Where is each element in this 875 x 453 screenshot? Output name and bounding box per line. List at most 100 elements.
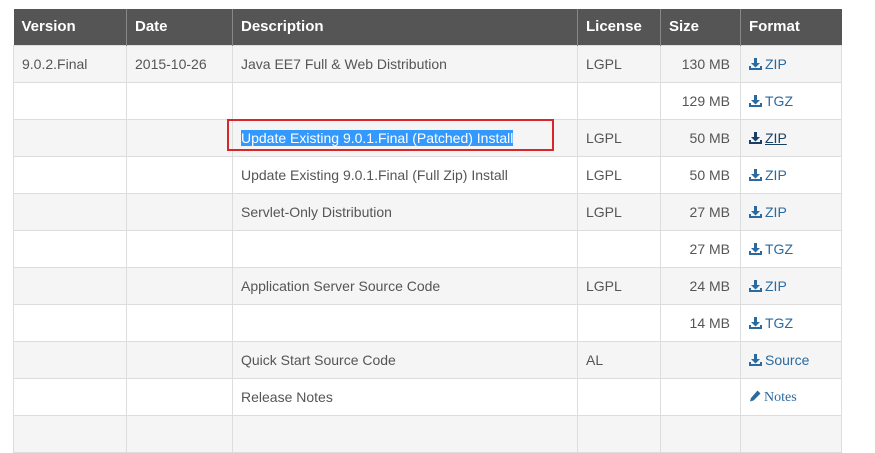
cell-format: ZIP [740,118,842,157]
cell-description: Quick Start Source Code [232,340,578,379]
cell-format: ZIP [740,44,842,83]
cell-description: Java EE7 Full & Web Distribution [232,44,578,83]
cell-size: 24 MB [660,266,741,305]
cell-size: 27 MB [660,229,741,268]
release-notes-link[interactable]: Notes [749,390,797,405]
cell-license: LGPL [577,192,661,231]
cell-license [577,303,661,342]
cell-size [660,340,741,379]
cell-version [13,340,127,379]
download-zip-link[interactable]: ZIP [749,56,787,72]
download-tgz-link[interactable]: TGZ [749,93,793,109]
cell-description [232,303,578,342]
cell-date [126,303,233,342]
cell-size [660,414,741,453]
table-row: 9.0.2.Final 2015-10-26 Java EE7 Full & W… [13,44,842,83]
cell-license: AL [577,340,661,379]
cell-size: 50 MB [660,118,741,157]
download-icon [749,205,762,218]
cell-date: 2015-10-26 [126,44,233,83]
download-zip-link[interactable]: ZIP [749,167,787,183]
table-row: Application Server Source Code LGPL 24 M… [13,266,842,305]
table-row [13,414,842,453]
format-label: ZIP [765,277,787,294]
download-source-link[interactable]: Source [749,352,809,368]
cell-license: LGPL [577,155,661,194]
cell-license [577,81,661,120]
cell-version [13,303,127,342]
format-label: TGZ [765,240,793,257]
cell-size: 50 MB [660,155,741,194]
cell-description: Update Existing 9.0.1.Final (Full Zip) I… [232,155,578,194]
cell-description: Application Server Source Code [232,266,578,305]
cell-license [577,229,661,268]
table-row: 27 MB TGZ [13,229,842,268]
cell-format: Source [740,340,842,379]
download-zip-link[interactable]: ZIP [749,204,787,220]
cell-version: 9.0.2.Final [13,44,127,83]
format-label: ZIP [765,55,787,72]
cell-size [660,377,741,416]
cell-license [577,377,661,416]
header-size: Size [660,9,741,45]
table-row: Quick Start Source Code AL Source [13,340,842,379]
cell-license: LGPL [577,118,661,157]
cell-format: ZIP [740,192,842,231]
cell-format: ZIP [740,155,842,194]
cell-description [232,81,578,120]
cell-format: ZIP [740,266,842,305]
table-header-row: Version Date Description License Size Fo… [13,9,842,45]
cell-version [13,377,127,416]
cell-version [13,81,127,120]
cell-date [126,192,233,231]
selected-description-text: Update Existing 9.0.1.Final (Patched) In… [241,129,514,146]
cell-license: LGPL [577,266,661,305]
pencil-icon [750,390,761,401]
header-version: Version [13,9,127,45]
cell-format: TGZ [740,81,842,120]
download-icon [749,57,762,70]
download-icon [749,353,762,366]
cell-date [126,377,233,416]
download-icon [749,279,762,292]
download-icon [749,168,762,181]
format-label: ZIP [765,203,787,220]
cell-license: LGPL [577,44,661,83]
header-license: License [577,9,661,45]
cell-date [126,229,233,268]
cell-date [126,81,233,120]
downloads-table: Version Date Description License Size Fo… [13,9,842,453]
cell-description: Servlet-Only Distribution [232,192,578,231]
download-zip-link[interactable]: ZIP [749,130,787,146]
cell-version [13,266,127,305]
cell-format: Notes [740,377,842,416]
download-icon [749,131,762,144]
cell-format [740,414,842,453]
header-date: Date [126,9,233,45]
download-tgz-link[interactable]: TGZ [749,241,793,257]
cell-date [126,155,233,194]
download-icon [749,242,762,255]
cell-version [13,118,127,157]
format-label: TGZ [765,92,793,109]
cell-version [13,155,127,194]
format-label: ZIP [765,129,787,146]
cell-size: 130 MB [660,44,741,83]
download-icon [749,316,762,329]
cell-date [126,340,233,379]
table-row: Update Existing 9.0.1.Final (Full Zip) I… [13,155,842,194]
table-row: Servlet-Only Distribution LGPL 27 MB ZIP [13,192,842,231]
header-description: Description [232,9,578,45]
download-tgz-link[interactable]: TGZ [749,315,793,331]
cell-date [126,414,233,453]
format-label: TGZ [765,314,793,331]
download-zip-link[interactable]: ZIP [749,278,787,294]
cell-date [126,118,233,157]
table-row: Update Existing 9.0.1.Final (Patched) In… [13,118,842,157]
cell-size: 27 MB [660,192,741,231]
table-row: 14 MB TGZ [13,303,842,342]
download-icon [749,94,762,107]
table-row: Release Notes Notes [13,377,842,416]
format-label: Source [765,351,810,368]
cell-version [13,192,127,231]
